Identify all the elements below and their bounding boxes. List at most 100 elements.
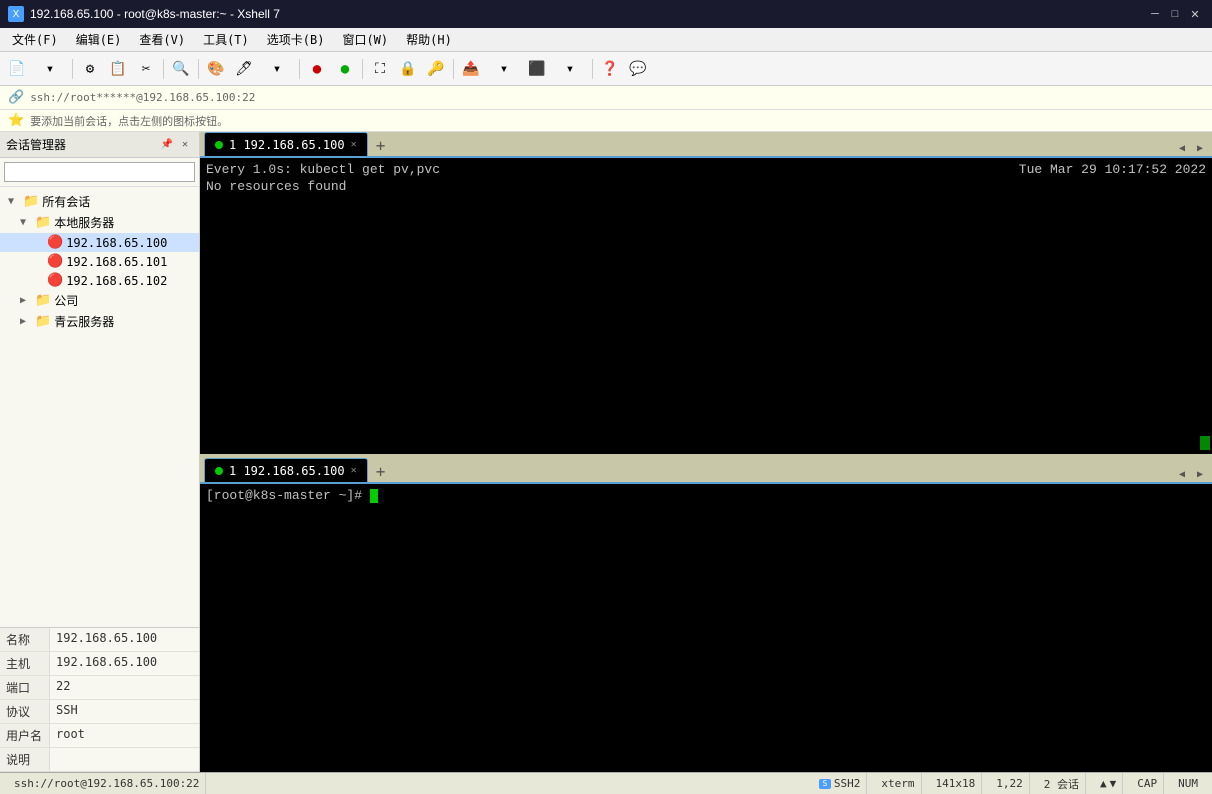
toolbar-cut[interactable]: ✂ xyxy=(133,56,159,82)
tab-add-button-2[interactable]: + xyxy=(370,460,392,482)
toolbar-color-dropdown[interactable]: ▾ xyxy=(259,56,295,82)
address-bar: 🔗 ssh://root******@192.168.65.100:22 xyxy=(0,86,1212,110)
status-num: NUM xyxy=(1178,777,1198,790)
status-bar: ssh://root@192.168.65.100:22 S SSH2 xter… xyxy=(0,772,1212,794)
toolbar: 📄 ▾ ⚙ 📋 ✂ 🔍 🎨 🖊 ▾ ● ● ⛶ 🔒 🔑 📤 ▾ ⬛ ▾ ❓ 💬 xyxy=(0,52,1212,86)
menu-view[interactable]: 查看(V) xyxy=(131,29,193,51)
info-key-port: 端口 xyxy=(0,676,50,699)
info-key-username: 用户名 xyxy=(0,724,50,747)
tree-arrow-local: ▼ xyxy=(20,217,32,228)
tab-2-close[interactable]: ✕ xyxy=(351,465,357,476)
tree-item-all-sessions[interactable]: ▼ 📁 所有会话 xyxy=(0,191,199,212)
toolbar-find[interactable]: 🔍 xyxy=(168,56,194,82)
toolbar-chat[interactable]: 💬 xyxy=(625,56,651,82)
toolbar-color[interactable]: 🖊 xyxy=(231,56,257,82)
tree-item-server-100[interactable]: 🔴 192.168.65.100 xyxy=(0,233,199,252)
tree-label-qingyun: 青云服务器 xyxy=(54,313,114,330)
status-up-btn[interactable]: ▲ xyxy=(1100,777,1107,790)
tab-bar-1: 1 192.168.65.100 ✕ + ◀ ▶ xyxy=(200,132,1212,158)
status-protocol: SSH2 xyxy=(834,777,861,790)
server-icon-102: 🔴 xyxy=(47,273,63,288)
toolbar-split-dropdown[interactable]: ▾ xyxy=(552,56,588,82)
terminal-panel-bottom[interactable]: [root@k8s-master ~]# xyxy=(200,484,1212,772)
toolbar-sep3 xyxy=(198,59,199,79)
toolbar-paste[interactable]: 📋 xyxy=(105,56,131,82)
status-sessions-item: 2 会话 xyxy=(1038,773,1086,794)
toolbar-red[interactable]: ● xyxy=(304,56,330,82)
toolbar-new[interactable]: 📄 xyxy=(4,56,30,82)
tree-arrow-all: ▼ xyxy=(8,196,20,207)
terminal-output: No resources found xyxy=(206,179,1206,194)
notify-bar: ⭐ 要添加当前会话，点击左侧的图标按钮。 xyxy=(0,110,1212,132)
toolbar-transfer-dropdown[interactable]: ▾ xyxy=(486,56,522,82)
maximize-button[interactable]: □ xyxy=(1166,5,1184,23)
toolbar-transfer[interactable]: 📤 xyxy=(458,56,484,82)
menu-tools[interactable]: 工具(T) xyxy=(195,29,257,51)
toolbar-new-dropdown[interactable]: ▾ xyxy=(32,56,68,82)
tree-label-102: 192.168.65.102 xyxy=(66,274,167,288)
tab-nav-left-1[interactable]: ◀ xyxy=(1174,140,1190,156)
status-terminal: xterm xyxy=(881,777,914,790)
menu-edit[interactable]: 编辑(E) xyxy=(68,29,130,51)
tab-2-label: 1 192.168.65.100 xyxy=(229,464,345,478)
close-button[interactable]: ✕ xyxy=(1186,5,1204,23)
sidebar-search-input[interactable] xyxy=(4,162,195,182)
toolbar-split[interactable]: ⬛ xyxy=(524,56,550,82)
menu-window[interactable]: 窗口(W) xyxy=(334,29,396,51)
toolbar-theme[interactable]: 🎨 xyxy=(203,56,229,82)
info-val-username: root xyxy=(50,724,199,747)
menu-help[interactable]: 帮助(H) xyxy=(398,29,460,51)
sidebar-header-buttons[interactable]: 📌 ✕ xyxy=(159,137,193,153)
main-area: 会话管理器 📌 ✕ ▼ 📁 所有会话 ▼ 📁 本地服务器 xyxy=(0,132,1212,772)
terminal-area: 1 192.168.65.100 ✕ + ◀ ▶ Every 1.0s: kub… xyxy=(200,132,1212,772)
info-row-port: 端口 22 xyxy=(0,676,199,700)
toolbar-sep7 xyxy=(592,59,593,79)
tree-label-local: 本地服务器 xyxy=(54,214,114,231)
info-row-username: 用户名 root xyxy=(0,724,199,748)
tab-1-active[interactable]: 1 192.168.65.100 ✕ xyxy=(204,132,368,156)
tree-item-server-101[interactable]: 🔴 192.168.65.101 xyxy=(0,252,199,271)
folder-icon-company: 📁 xyxy=(35,293,51,308)
toolbar-copy[interactable]: ⚙ xyxy=(77,56,103,82)
title-bar-controls[interactable]: ─ □ ✕ xyxy=(1146,5,1204,23)
sidebar-pin-button[interactable]: 📌 xyxy=(159,137,175,153)
terminal-panel-top[interactable]: Every 1.0s: kubectl get pv,pvc Tue Mar 2… xyxy=(200,158,1212,458)
toolbar-key[interactable]: 🔑 xyxy=(423,56,449,82)
toolbar-sep5 xyxy=(362,59,363,79)
tab-add-button-1[interactable]: + xyxy=(370,134,392,156)
tree-item-company[interactable]: ▶ 📁 公司 xyxy=(0,290,199,311)
sidebar-close-button[interactable]: ✕ xyxy=(177,137,193,153)
status-down-btn[interactable]: ▼ xyxy=(1110,777,1117,790)
menu-tabs[interactable]: 选项卡(B) xyxy=(259,29,333,51)
status-caps: CAP xyxy=(1137,777,1157,790)
toolbar-green[interactable]: ● xyxy=(332,56,358,82)
tab-nav-right-1[interactable]: ▶ xyxy=(1192,140,1208,156)
folder-icon-qingyun: 📁 xyxy=(35,314,51,329)
tree-item-local-servers[interactable]: ▼ 📁 本地服务器 xyxy=(0,212,199,233)
tab-2-active[interactable]: 1 192.168.65.100 ✕ xyxy=(204,458,368,482)
tree-item-server-102[interactable]: 🔴 192.168.65.102 xyxy=(0,271,199,290)
tree-arrow-qingyun: ▶ xyxy=(20,316,32,327)
tab-nav-right-2[interactable]: ▶ xyxy=(1192,466,1208,482)
menu-file[interactable]: 文件(F) xyxy=(4,29,66,51)
info-key-host: 主机 xyxy=(0,652,50,675)
toolbar-lock[interactable]: 🔒 xyxy=(395,56,421,82)
status-nav-item[interactable]: ▲ ▼ xyxy=(1094,773,1123,794)
toolbar-fullscreen[interactable]: ⛶ xyxy=(367,56,393,82)
info-val-name: 192.168.65.100 xyxy=(50,628,199,651)
sidebar-search-area[interactable] xyxy=(0,158,199,187)
tab-nav-2: ◀ ▶ xyxy=(1174,466,1208,482)
tree-item-qingyun[interactable]: ▶ 📁 青云服务器 xyxy=(0,311,199,332)
status-dimensions-item: 141x18 xyxy=(930,773,983,794)
notify-text: 要添加当前会话，点击左侧的图标按钮。 xyxy=(30,113,228,129)
tab-1-close[interactable]: ✕ xyxy=(351,139,357,150)
tab-nav-left-2[interactable]: ◀ xyxy=(1174,466,1190,482)
server-icon-101: 🔴 xyxy=(47,254,63,269)
status-ssh-item: S SSH2 xyxy=(813,773,868,794)
title-bar: X 192.168.65.100 - root@k8s-master:~ - X… xyxy=(0,0,1212,28)
toolbar-help[interactable]: ❓ xyxy=(597,56,623,82)
status-ssh-icon: S xyxy=(819,779,831,789)
info-key-note: 说明 xyxy=(0,748,50,771)
status-position-item: 1,22 xyxy=(990,773,1030,794)
minimize-button[interactable]: ─ xyxy=(1146,5,1164,23)
